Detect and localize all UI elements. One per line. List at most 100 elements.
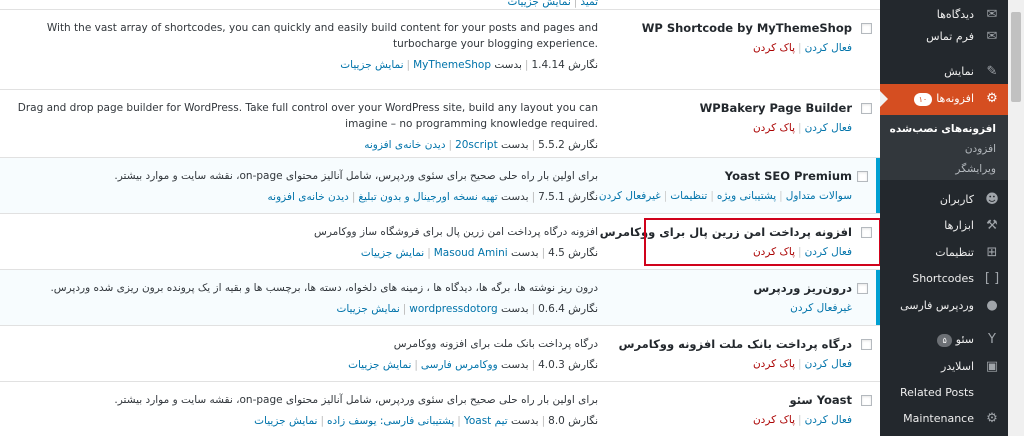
plugin-description: برای اولین بار راه حلی صحیح برای سئوی ور…	[114, 394, 598, 406]
faq-link[interactable]: سوالات متداول	[786, 190, 852, 202]
plugin-description: برای اولین بار راه حلی صحیح برای سئوی ور…	[114, 170, 598, 182]
plugin-description: درگاه پرداخت بانک ملت برای افزونه ووکامر…	[393, 338, 598, 350]
mail-icon: ✉	[986, 29, 998, 44]
sidebar-item-plugins[interactable]: ⚙ افزونه‌ها۱۰	[880, 84, 1008, 115]
plugin-details-link[interactable]: نمایش جزییات	[348, 359, 411, 371]
plugin-description-col: ثمید|نمایش جزییات	[8, 0, 598, 8]
plugin-row-partial: ثمید|نمایش جزییات	[0, 0, 880, 10]
highlight-box	[644, 218, 880, 266]
plugin-checkbox[interactable]	[861, 23, 872, 34]
submenu-installed-plugins[interactable]: افزونه‌های نصب‌شده	[890, 123, 996, 135]
deactivate-link[interactable]: غیرفعال کردن	[790, 302, 852, 314]
sidebar-item-shortcodes[interactable]: [ ] Shortcodes	[880, 264, 1008, 294]
plugin-name: Yoast SEO Premium	[724, 169, 852, 183]
delete-link[interactable]: پاک کردن	[753, 358, 795, 370]
plugin-details-link[interactable]: نمایش جزییات	[340, 59, 403, 71]
yoast-icon: Y	[988, 332, 996, 347]
plugin-row-active: درون‌ریز وردپرس غیرفعال کردن درون ریز نو…	[0, 270, 880, 326]
plugin-version: نگارش 4.5	[548, 247, 598, 259]
plugin-author-link[interactable]: ثمید	[580, 0, 598, 8]
plugin-row: درگاه پرداخت بانک ملت افزونه ووکامرس فعا…	[0, 326, 880, 382]
plugin-by: بدست	[511, 247, 539, 259]
plugin-name: WPBakery Page Builder	[699, 101, 852, 115]
sidebar-item-appearance[interactable]: ✎ نمایش	[880, 57, 1008, 87]
plugin-author-link[interactable]: ووکامرس فارسی	[421, 359, 498, 371]
plugins-submenu: افزونه‌های نصب‌شده افزودن ویرایشگر	[880, 115, 1008, 180]
plugin-by: بدست	[501, 139, 529, 151]
persian-support-link[interactable]: پشتیبانی فارسی: یوسف زاده	[327, 415, 454, 427]
plugin-version: نگارش 0.6.4	[538, 303, 598, 315]
plugin-by: بدست	[501, 191, 529, 203]
maintenance-icon: ⚙	[986, 411, 998, 426]
plugin-row: WPBakery Page Builder فعال کردن|پاک کردن…	[0, 90, 880, 158]
settings-link[interactable]: تنظیمات	[670, 190, 707, 202]
plugin-author-link[interactable]: تیم Yoast	[464, 415, 508, 427]
plugin-details-link[interactable]: نمایش جزییات	[507, 0, 570, 8]
admin-sidebar: ✉ دیدگاه‌ها ✉ فرم تماس ✎ نمایش ⚙ افزونه‌…	[880, 0, 1008, 436]
plugin-author-link[interactable]: Masoud Amini	[434, 247, 508, 259]
plugin-by: بدست	[501, 359, 529, 371]
plugin-checkbox[interactable]	[861, 339, 872, 350]
plugin-version: نگارش 7.5.1	[538, 191, 598, 203]
plugin-description: درون ریز نوشته ها، برگه ها، دیدگاه ها ، …	[50, 282, 598, 294]
plugin-homepage-link[interactable]: دیدن خانه‌ی افزونه	[268, 191, 349, 203]
plugin-version: نگارش 5.5.2	[538, 139, 598, 151]
brush-icon: ✎	[986, 64, 998, 79]
plugin-homepage-link[interactable]: دیدن خانه‌ی افزونه	[364, 139, 445, 151]
seo-notification-badge: ۵	[937, 333, 952, 347]
submenu-add-new[interactable]: افزودن	[965, 143, 996, 155]
sidebar-item-label: سئو	[955, 333, 974, 346]
plugin-version: نگارش 8.0	[548, 415, 598, 427]
activate-link[interactable]: فعال کردن	[805, 358, 852, 370]
plugin-author-link[interactable]: تهیه نسخه اورجینال و بدون تبلیغ	[358, 191, 497, 203]
plugin-checkbox[interactable]	[857, 283, 868, 294]
delete-link[interactable]: پاک کردن	[753, 42, 795, 54]
sidebar-item-contact-form[interactable]: ✉ فرم تماس	[880, 22, 1008, 52]
delete-link[interactable]: پاک کردن	[753, 122, 795, 134]
plugin-by: بدست	[501, 303, 529, 315]
premium-support-link[interactable]: پشتیبانی ویژه	[717, 190, 776, 202]
plugin-author-link[interactable]: 20script	[455, 139, 498, 151]
delete-link[interactable]: پاک کردن	[753, 414, 795, 426]
related-icon	[984, 385, 1000, 401]
current-arrow	[880, 91, 888, 107]
settings-icon: ⊞	[986, 245, 998, 260]
plugin-checkbox[interactable]	[857, 171, 868, 182]
sidebar-item-tools[interactable]: ⚒ ابزارها	[880, 211, 1008, 241]
wrench-icon: ⚒	[986, 218, 998, 233]
scrollbar-thumb[interactable]	[1011, 12, 1021, 102]
plugin-by: بدست	[511, 415, 539, 427]
plugin-row: WP Shortcode by MyThemeShop فعال کردن|پا…	[0, 10, 880, 90]
comment-icon: ✉	[986, 7, 998, 22]
plugin-checkbox[interactable]	[861, 103, 872, 114]
plugin-row: Yoast سئو فعال کردن|پاک کردن برای اولین …	[0, 382, 880, 436]
plugin-author-link[interactable]: wordpressdotorg	[409, 303, 497, 315]
plugin-checkbox[interactable]	[861, 395, 872, 406]
submenu-editor[interactable]: ویرایشگر	[955, 163, 996, 175]
plugin-version: نگارش 4.0.3	[538, 359, 598, 371]
plugin-description: افزونه درگاه پرداخت امن زرین پال برای فر…	[314, 226, 598, 238]
sidebar-item-label: افزونه‌ها	[936, 92, 974, 105]
deactivate-link[interactable]: غیرفعال کردن	[599, 190, 661, 202]
plugin-description: Drag and drop page builder for WordPress…	[17, 102, 598, 130]
plugin-name: درون‌ریز وردپرس	[753, 281, 852, 295]
page-scrollbar[interactable]	[1008, 0, 1024, 436]
slider-icon: ▣	[985, 359, 999, 374]
activate-link[interactable]: فعال کردن	[805, 42, 852, 54]
users-icon: ☻	[985, 192, 999, 207]
plugin-name: درگاه پرداخت بانک ملت افزونه ووکامرس	[618, 337, 852, 351]
plugin-icon: ⚙	[986, 91, 998, 106]
update-count-badge: ۱۰	[913, 92, 933, 106]
sidebar-item-wp-persian[interactable]: ● وردپرس فارسی	[880, 291, 1008, 321]
plugin-details-link[interactable]: نمایش جزییات	[361, 247, 424, 259]
plugin-details-link[interactable]: نمایش جزییات	[336, 303, 399, 315]
sidebar-item-maintenance[interactable]: ⚙ Maintenance	[880, 404, 1008, 434]
sidebar-item-seo[interactable]: Y سئو۵	[880, 325, 1008, 355]
plugin-details-link[interactable]: نمایش جزییات	[254, 415, 317, 427]
brackets-icon: [ ]	[984, 271, 1000, 286]
plugin-version: نگارش 1.4.14	[531, 59, 598, 71]
plugin-author-link[interactable]: MyThemeShop	[413, 59, 491, 71]
activate-link[interactable]: فعال کردن	[805, 122, 852, 134]
plugin-name: WP Shortcode by MyThemeShop	[641, 21, 852, 35]
activate-link[interactable]: فعال کردن	[805, 414, 852, 426]
